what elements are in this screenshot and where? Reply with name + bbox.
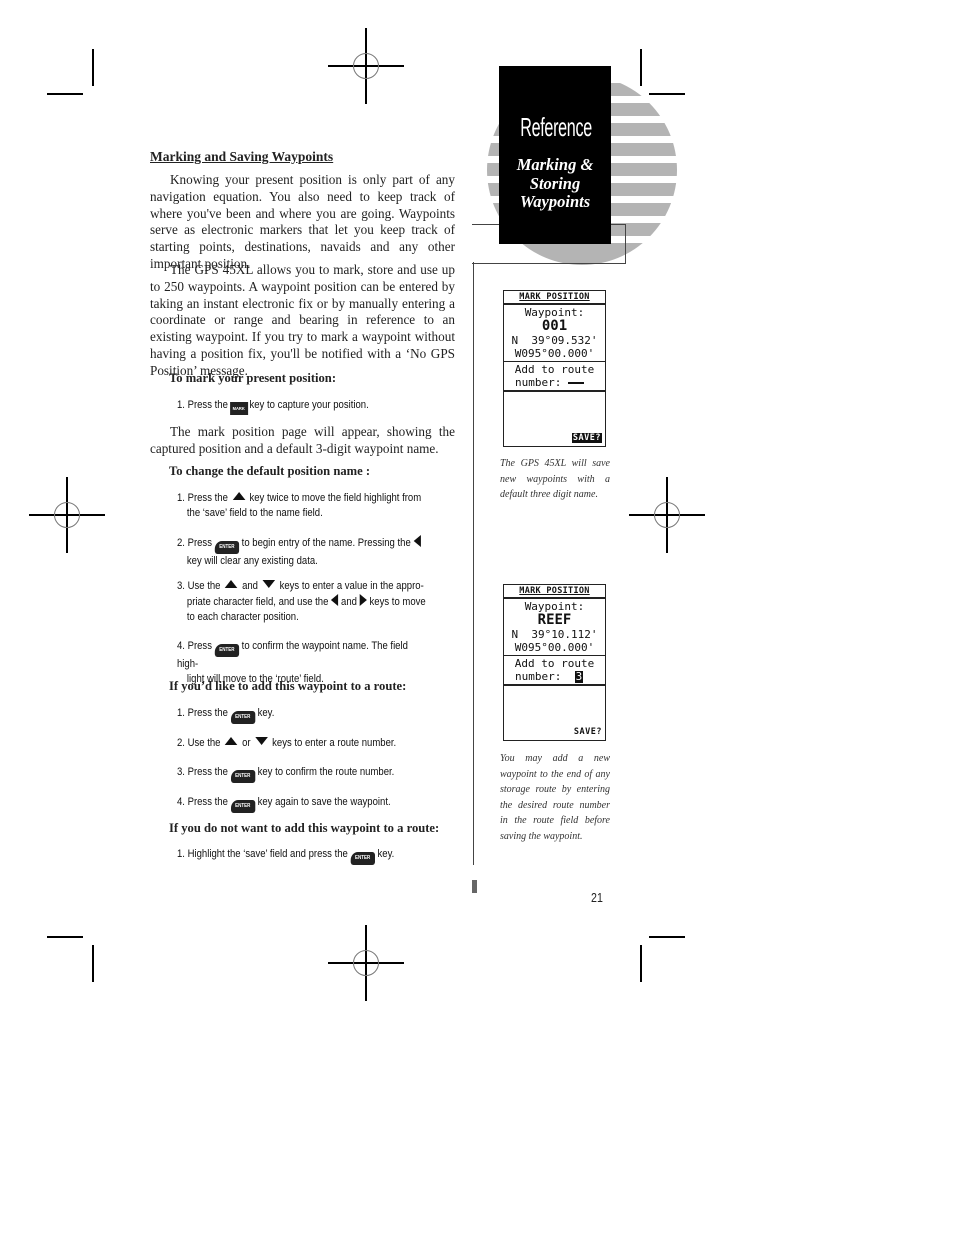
left-arrow-key-icon bbox=[413, 535, 421, 547]
subheading-mark-present: To mark your present position: bbox=[169, 371, 337, 385]
subheading-change-name: To change the default position name : bbox=[169, 464, 371, 478]
up-arrow-key-icon bbox=[224, 580, 238, 588]
subheading-add-route: If you’d like to add this waypoint to a … bbox=[169, 679, 407, 693]
enter-key-icon: ENTER bbox=[230, 711, 255, 724]
tab-title: Reference bbox=[520, 112, 592, 142]
step-change-2: 2. Press ENTER to begin entry of the name.… bbox=[177, 535, 429, 569]
enter-key-icon: ENTER bbox=[214, 541, 239, 554]
intro-paragraph: Knowing your present position is only pa… bbox=[150, 172, 455, 271]
left-arrow-key-icon bbox=[331, 594, 339, 606]
crop-mark bbox=[47, 936, 83, 938]
up-arrow-key-icon bbox=[224, 737, 238, 745]
registration-mark bbox=[629, 477, 705, 553]
route-number-field: 3 bbox=[574, 670, 584, 683]
page-number: 21 bbox=[591, 891, 603, 905]
enter-key-icon: ENTER bbox=[230, 770, 255, 783]
save-field: SAVE? bbox=[573, 727, 602, 737]
latitude-readout: N 39°09.532' bbox=[511, 333, 598, 347]
crop-mark bbox=[92, 945, 94, 982]
subheading-no-route: If you do not want to add this waypoint … bbox=[169, 821, 440, 835]
route-label: Add to route bbox=[514, 363, 595, 376]
latitude-readout: N 39°10.112' bbox=[511, 627, 598, 641]
tab-subtitle-line: Marking & bbox=[516, 155, 594, 174]
waypoint-name: 001 bbox=[541, 317, 568, 334]
screen1-caption: The GPS 45XL will save new waypoints wit… bbox=[500, 458, 610, 500]
crop-mark bbox=[92, 49, 94, 86]
save-field: SAVE? bbox=[571, 433, 602, 443]
section-heading: Marking and Saving Waypoints bbox=[150, 149, 334, 164]
crop-mark bbox=[649, 936, 685, 938]
number-label: number: bbox=[515, 670, 562, 683]
tab-subtitle-line: Storing bbox=[529, 173, 581, 193]
step-route-4: 4. Press the ENTER key again to save the w… bbox=[177, 795, 429, 813]
registration-mark bbox=[29, 477, 105, 553]
step-route-3: 3. Press the ENTER key to confirm the rout… bbox=[177, 765, 429, 783]
column-divider-marker bbox=[472, 880, 477, 893]
down-arrow-key-icon bbox=[255, 737, 268, 745]
waypoint-name: REEF bbox=[537, 611, 572, 628]
enter-key-icon: ENTER bbox=[230, 800, 255, 813]
tab-subtitle: Marking & Storing Waypoints bbox=[499, 155, 611, 212]
tab-subtitle-line: Waypoints bbox=[519, 192, 591, 211]
step-noroute-1: 1. Highlight the ‘save’ field and press … bbox=[177, 847, 429, 865]
enter-key-icon: ENTER bbox=[350, 852, 375, 865]
step-change-1: 1. Press the key twice to move the field … bbox=[177, 492, 422, 519]
screen2-caption: You may add a new waypoint to the end of… bbox=[500, 753, 610, 842]
step-mark-1: 1. Press the MARK key to capture your posi… bbox=[177, 398, 429, 415]
crop-mark bbox=[640, 945, 642, 982]
screen-header: MARK POSITION bbox=[519, 586, 590, 596]
gps-screen-route-entry: MARK POSITION Waypoint: REEF N 39°10.112… bbox=[503, 584, 606, 741]
down-arrow-key-icon bbox=[262, 580, 276, 588]
crop-mark bbox=[47, 93, 83, 95]
registration-mark bbox=[328, 28, 404, 104]
route-number-field bbox=[567, 382, 584, 384]
waypoint-label: Waypoint: bbox=[524, 599, 585, 613]
longitude-readout: W095°00.000' bbox=[514, 640, 595, 654]
route-label: Add to route bbox=[514, 657, 595, 670]
registration-mark bbox=[328, 925, 404, 1001]
step-route-1: 1. Press the ENTER key. bbox=[177, 706, 429, 724]
screen-header: MARK POSITION bbox=[519, 292, 590, 302]
step-change-3: 3. Use the and keys to enter a value in th… bbox=[177, 580, 426, 623]
waypoint-label: Waypoint: bbox=[524, 305, 585, 319]
up-arrow-key-icon bbox=[232, 492, 245, 500]
right-arrow-key-icon bbox=[359, 594, 367, 606]
capacity-paragraph: The GPS 45XL allows you to mark, store a… bbox=[150, 262, 455, 378]
enter-key-icon: ENTER bbox=[214, 644, 239, 657]
section-tab: Reference Marking & Storing Waypoints bbox=[499, 66, 611, 244]
number-label: number: bbox=[515, 376, 562, 389]
gps-screen-default-name: MARK POSITION Waypoint: 001 N 39°09.532'… bbox=[503, 290, 606, 447]
column-divider bbox=[473, 262, 474, 865]
crop-mark bbox=[640, 49, 642, 86]
mark-page-paragraph: The mark position page will appear, show… bbox=[150, 424, 455, 456]
mark-key-icon: MARK bbox=[229, 402, 248, 415]
step-route-2: 2. Use the or keys to enter a route number… bbox=[177, 737, 397, 749]
longitude-readout: W095°00.000' bbox=[514, 346, 595, 360]
